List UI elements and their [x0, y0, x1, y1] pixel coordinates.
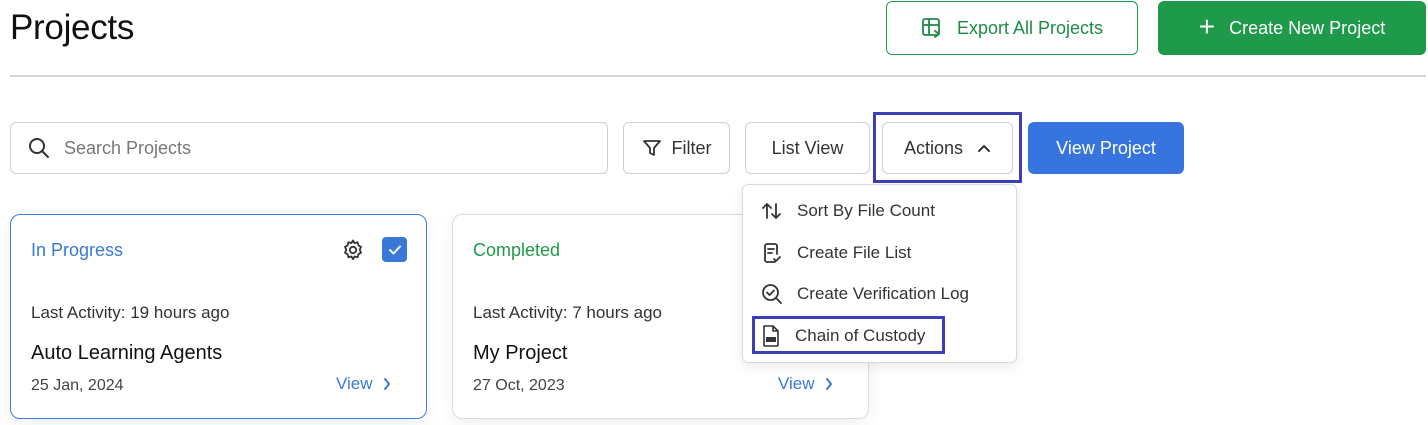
page-title: Projects: [10, 8, 135, 47]
search-input[interactable]: [64, 137, 584, 159]
view-link-label: View: [336, 374, 373, 393]
menu-item-chain-of-custody[interactable]: Chain of Custody: [761, 324, 925, 348]
last-activity: Last Activity: 7 hours ago: [473, 303, 662, 322]
view-project-button[interactable]: View Project: [1028, 122, 1184, 174]
chevron-up-icon: [978, 145, 991, 152]
search-box[interactable]: [10, 122, 608, 174]
status-badge: In Progress: [31, 240, 124, 260]
header-divider: [10, 75, 1426, 77]
project-date: 25 Jan, 2024: [31, 377, 124, 394]
actions-menu: Sort By File Count Create File List Crea…: [742, 184, 1017, 363]
status-badge: Completed: [473, 240, 561, 260]
view-project-label: View Project: [1056, 137, 1156, 158]
menu-item-create-verification-log[interactable]: Create Verification Log: [761, 283, 969, 305]
checkmark-icon: [388, 245, 401, 254]
view-link[interactable]: View: [336, 374, 391, 394]
project-name: My Project: [473, 342, 568, 364]
menu-item-label: Sort By File Count: [797, 201, 935, 220]
project-date: 27 Oct, 2023: [473, 377, 565, 394]
filter-icon: [642, 140, 661, 156]
filter-button[interactable]: Filter: [623, 122, 730, 174]
create-new-project-label: Create New Project: [1229, 17, 1386, 38]
export-all-projects-label: Export All Projects: [956, 17, 1104, 38]
project-name: Auto Learning Agents: [31, 342, 223, 364]
file-list-icon: [764, 243, 781, 263]
chevron-right-icon: [825, 378, 832, 390]
last-activity: Last Activity: 19 hours ago: [31, 303, 230, 322]
search-icon: [29, 138, 49, 158]
plus-icon: +: [1198, 10, 1216, 42]
view-link[interactable]: View: [778, 374, 833, 394]
menu-item-label: Create File List: [797, 243, 912, 262]
create-new-project-button[interactable]: + Create New Project: [1158, 1, 1426, 55]
project-card[interactable]: In Progress Last Activity: 19 hours ago …: [10, 214, 427, 419]
menu-item-create-file-list[interactable]: Create File List: [761, 242, 911, 264]
actions-dropdown-button[interactable]: Actions: [882, 122, 1013, 174]
view-link-label: View: [778, 374, 815, 393]
actions-label: Actions: [903, 137, 964, 158]
gear-icon[interactable]: [341, 238, 365, 262]
menu-item-label: Create Verification Log: [797, 284, 969, 303]
chevron-right-icon: [383, 378, 390, 390]
export-all-projects-button[interactable]: Export All Projects: [886, 1, 1138, 55]
list-view-button[interactable]: List View: [745, 122, 870, 174]
menu-item-sort-by-file-count[interactable]: Sort By File Count: [761, 201, 935, 221]
select-checkbox[interactable]: [382, 237, 407, 262]
sort-icon: [762, 203, 781, 219]
verification-icon: [762, 284, 782, 304]
list-view-label: List View: [771, 137, 844, 158]
menu-item-label: Chain of Custody: [795, 326, 926, 345]
table-export-icon: [922, 18, 940, 38]
pdf-icon: [763, 325, 779, 347]
filter-label: Filter: [671, 137, 712, 158]
